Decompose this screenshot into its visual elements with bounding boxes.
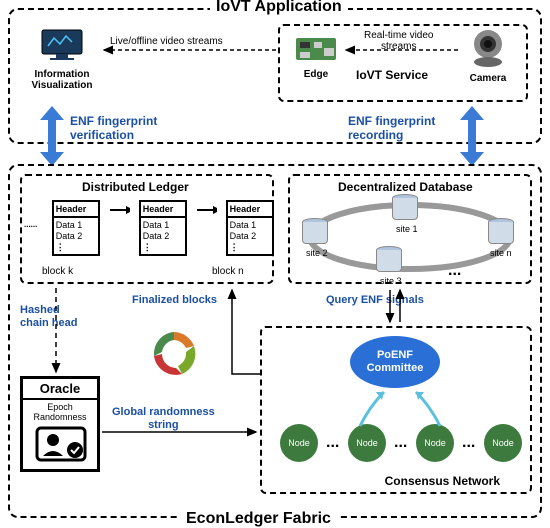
edge: Edge <box>288 34 344 80</box>
node-4: Node <box>484 424 522 462</box>
iovt-title: IoVT Application <box>210 0 348 16</box>
block-k-label: block k <box>42 266 73 277</box>
hashed-head-label: Hashed chain head <box>20 304 77 330</box>
webcam-icon <box>468 28 508 68</box>
oracle-body: Epoch Randomness <box>23 400 97 424</box>
edge-label: Edge <box>288 69 344 80</box>
db-siten <box>488 218 514 248</box>
query-enf-label: Query ENF signals <box>326 294 424 306</box>
oracle-title: Oracle <box>23 379 97 400</box>
db-title: Decentralized Database <box>338 180 473 194</box>
consensus-label: Consensus Network <box>385 474 500 488</box>
finalized-label: Finalized blocks <box>132 294 217 306</box>
streams-left-label: Live/offline video streams <box>110 36 223 47</box>
block-mid: Header Data 1Data 2⋮ <box>139 200 187 256</box>
info-vis: Information Visualization <box>22 28 102 91</box>
cycle-icon <box>146 326 202 382</box>
id-badge-icon <box>23 424 99 464</box>
camera-label: Camera <box>460 73 516 84</box>
node-1: Node <box>280 424 318 462</box>
streams-right-label: Real-time video streams <box>364 30 433 52</box>
enf-verify-label: ENF fingerprint verification <box>70 114 157 143</box>
board-icon <box>294 34 338 64</box>
global-rand-label: Global randomness string <box>112 406 215 432</box>
db-site1 <box>392 194 418 224</box>
ledger-title: Distributed Ledger <box>82 180 189 194</box>
blue-arrow-left <box>36 106 68 166</box>
info-vis-label: Information Visualization <box>22 69 102 91</box>
node-arrows <box>340 386 460 430</box>
blockchain: ...... Header Data 1Data 2⋮ Header Data … <box>34 200 280 256</box>
db-site2 <box>302 218 328 248</box>
db-site3 <box>376 246 402 276</box>
blue-arrow-right <box>456 106 488 166</box>
block-k: Header Data 1Data 2⋮ <box>52 200 100 256</box>
block-n: Header Data 1Data 2⋮ <box>226 200 274 256</box>
camera: Camera <box>460 28 516 84</box>
enf-record-label: ENF fingerprint recording <box>348 114 435 143</box>
fabric-title: EconLedger Fabric <box>180 510 337 528</box>
iovt-service-label: IoVT Service <box>356 68 428 82</box>
oracle-box: Oracle Epoch Randomness <box>20 376 100 472</box>
poenf-committee: PoENF Committee <box>350 336 440 388</box>
monitor-icon <box>38 28 86 64</box>
block-n-label: block n <box>212 266 244 277</box>
